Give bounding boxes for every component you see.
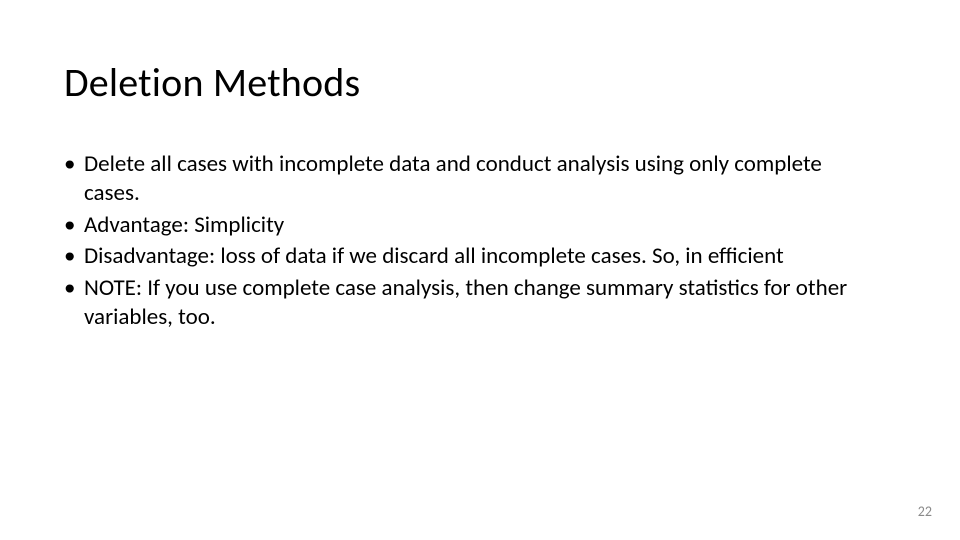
list-item: Advantage: Simplicity: [64, 211, 880, 240]
slide-title: Deletion Methods: [64, 58, 360, 107]
bullet-list: Delete all cases with incomplete data an…: [64, 150, 880, 333]
slide: Deletion Methods Delete all cases with i…: [0, 0, 960, 540]
list-item: Disadvantage: loss of data if we discard…: [64, 242, 880, 271]
slide-body: Delete all cases with incomplete data an…: [64, 150, 880, 335]
page-number: 22: [918, 503, 932, 520]
list-item: NOTE: If you use complete case analysis,…: [64, 274, 880, 333]
list-item: Delete all cases with incomplete data an…: [64, 150, 880, 209]
